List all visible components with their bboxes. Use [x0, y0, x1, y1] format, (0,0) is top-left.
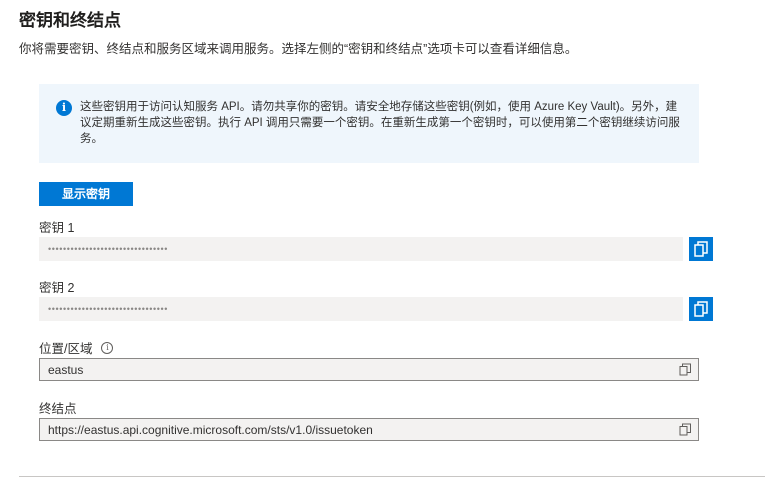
- key2-field[interactable]: ••••••••••••••••••••••••••••••••: [39, 297, 683, 321]
- info-message-text: 这些密钥用于访问认知服务 API。请勿共享你的密钥。请安全地存储这些密钥(例如，…: [80, 101, 680, 145]
- endpoint-field[interactable]: https://eastus.api.cognitive.microsoft.c…: [39, 418, 699, 441]
- location-label: 位置/区域: [39, 342, 93, 356]
- page-description: 你将需要密钥、终结点和服务区域来调用服务。选择左侧的“密钥和终结点”选项卡可以查…: [19, 42, 578, 56]
- copy-key1-button[interactable]: [689, 237, 713, 261]
- keys-and-endpoint-page: 密钥和终结点 你将需要密钥、终结点和服务区域来调用服务。选择左侧的“密钥和终结点…: [0, 0, 765, 484]
- location-label-group: 位置/区域 i: [39, 338, 114, 357]
- copy-key2-button[interactable]: [689, 297, 713, 321]
- info-icon: i: [56, 100, 72, 116]
- section-divider: [19, 476, 765, 477]
- key1-label: 密钥 1: [39, 221, 75, 235]
- info-circle-icon[interactable]: i: [101, 341, 114, 354]
- copy-icon: [694, 301, 708, 317]
- copy-icon[interactable]: [679, 423, 692, 436]
- show-keys-button[interactable]: 显示密钥: [39, 182, 133, 206]
- key1-field[interactable]: ••••••••••••••••••••••••••••••••: [39, 237, 683, 261]
- endpoint-label: 终结点: [39, 402, 77, 416]
- page-title: 密钥和终结点: [19, 11, 121, 30]
- location-value: eastus: [48, 363, 84, 377]
- key1-masked-value: ••••••••••••••••••••••••••••••••: [48, 244, 169, 254]
- key2-label: 密钥 2: [39, 281, 75, 295]
- copy-icon: [694, 241, 708, 257]
- location-field[interactable]: eastus: [39, 358, 699, 381]
- key2-masked-value: ••••••••••••••••••••••••••••••••: [48, 304, 169, 314]
- endpoint-value: https://eastus.api.cognitive.microsoft.c…: [48, 423, 373, 437]
- copy-icon[interactable]: [679, 363, 692, 376]
- info-message-bar: i 这些密钥用于访问认知服务 API。请勿共享你的密钥。请安全地存储这些密钥(例…: [39, 84, 699, 163]
